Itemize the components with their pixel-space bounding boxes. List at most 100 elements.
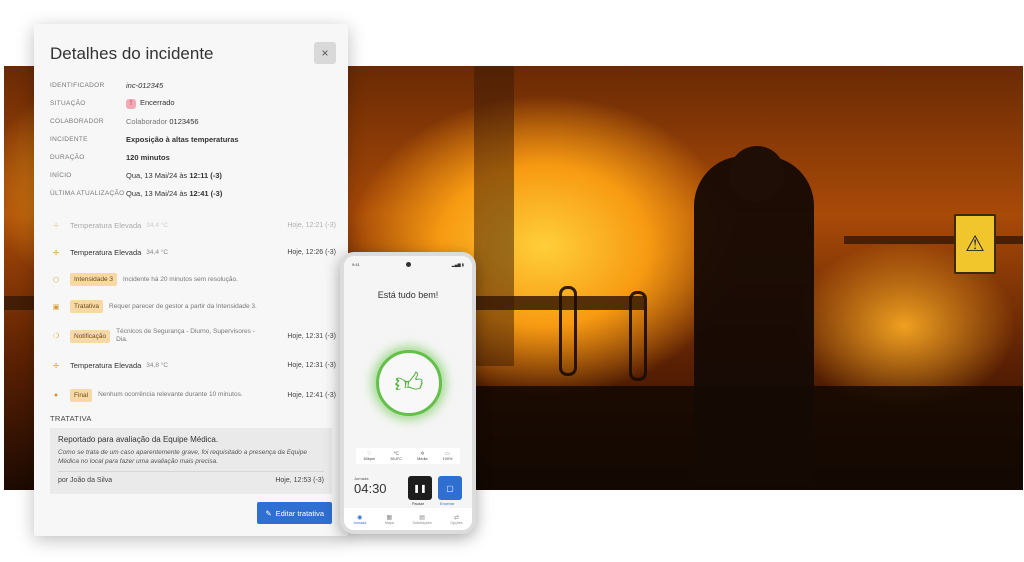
info-row-update: ÚLTIMA ATUALIZAÇÃO Qua, 13 Mai/24 às 12:… [50, 188, 336, 199]
map-icon: ▦ [386, 514, 393, 521]
timeline-item: ⬡ Intensidade 3 Incidente há 20 minutos … [50, 266, 336, 293]
thumbs-up-button[interactable]: 👍︎ [376, 350, 442, 416]
timeline-item: ✢ Temperatura Elevada 34,8 °C Hoje, 12:3… [50, 352, 336, 379]
timeline-title: Temperatura Elevada [70, 361, 142, 370]
thermometer-icon: ✢ [53, 362, 59, 370]
timeline-desc: Requer parecer de gestor a partir da Int… [109, 302, 257, 310]
timeline-meta: 34,8 °C [146, 362, 169, 369]
jornada-time: 04:30 [354, 481, 387, 496]
pause-icon: ❚❚ [413, 483, 427, 493]
swap-icon: ⇄ [453, 514, 459, 521]
timeline-item: ✢ Temperatura Elevada 34,4 °C Hoje, 12:2… [50, 239, 336, 266]
stat-activity: ✲ Média [417, 451, 428, 461]
timeline-desc: Técnicos de Segurança - Diurno, Supervis… [116, 328, 255, 343]
thermometer-icon: ✢ [53, 222, 59, 230]
tratativa-title: Reportado para avaliação da Equipe Médic… [58, 435, 219, 444]
phone-screen: 9:41 ▂▄▆ ▮ Está tudo bem! 👍︎ ♡ 60bpm ℃ 35,… [344, 256, 472, 530]
tratativa-text: Como se trata de um caso aparentemente g… [58, 449, 307, 465]
edit-button-label: Editar tratativa [275, 508, 324, 518]
timeline-title: Temperatura Elevada [70, 248, 142, 257]
signal-icon: ▂▄▆ ▮ [451, 262, 464, 267]
bottom-nav: ◉ Jornada ▦ Mapa ▤ Solicitações ⇄ Opções [344, 508, 472, 530]
timeline-time: Hoje, 12:21 (-3) [287, 222, 336, 229]
nav-item-jornada[interactable]: ◉ Jornada [353, 514, 366, 525]
timeline-item: ✢ Temperatura Elevada 34,4 °C Hoje, 12:2… [50, 212, 336, 239]
timeline-badge: Intensidade 3 [70, 273, 118, 286]
incident-id: inc-012345 [126, 81, 164, 90]
info-row-incident: INCIDENTE Exposição à altas temperaturas [50, 134, 336, 145]
tratativa-heading: TRATATIVA [50, 414, 92, 423]
thumbs-up-icon: 👍︎ [394, 367, 424, 398]
status-time: 9:41 [352, 262, 360, 267]
info-row-start: INÍCIO Qua, 13 Mai/24 às 12:11 (-3) [50, 170, 336, 181]
scene-pillar [474, 66, 514, 366]
incident-info: IDENTIFICADOR inc-012345 SITUAÇÃO ! Encer… [50, 80, 336, 206]
incident-last-update: Qua, 13 Mai/24 às 12:41 (-3) [126, 189, 223, 198]
timeline-time: Hoje, 12:26 (-3) [287, 249, 336, 256]
info-row-id: IDENTIFICADOR inc-012345 [50, 80, 336, 91]
tratativa-time: Hoje, 12:53 (-3) [275, 477, 324, 484]
thermometer-icon: ✢ [53, 249, 59, 257]
close-icon: × [321, 46, 329, 60]
tratativa-author: por João da Silva [58, 477, 113, 484]
timeline-time: Hoje, 12:41 (-3) [287, 391, 336, 399]
scene-chain [559, 286, 577, 376]
worker-silhouette [694, 156, 814, 486]
clipboard-icon: ▣ [52, 303, 60, 311]
info-row-colab: COLABORADOR Colaborador 0123456 [50, 116, 336, 127]
timeline-item: ❍ Notificação Técnicos de Segurança - Di… [50, 320, 336, 352]
tratativa-footer: por João da Silva Hoje, 12:53 (-3) [58, 477, 324, 484]
info-label: INÍCIO [50, 171, 72, 179]
info-label: INCIDENTE [50, 135, 88, 143]
incident-start: Qua, 13 Mai/24 às 12:11 (-3) [126, 171, 222, 180]
timeline-time: Hoje, 12:31 (-3) [287, 332, 336, 340]
stat-battery: ▭ 100% [442, 451, 453, 461]
nav-item-mapa[interactable]: ▦ Mapa [385, 514, 394, 525]
jornada-timer: Jornada 04:30 [354, 476, 387, 496]
info-label: SITUAÇÃO [50, 99, 86, 107]
timeline-badge: Tratativa [70, 300, 104, 313]
timeline-desc: Nenhum ocorrência relevante durante 10 m… [98, 391, 243, 398]
timeline-desc: Incidente há 20 minutos sem resolução. [123, 275, 238, 283]
phone-heading: Está tudo bem! [377, 290, 439, 300]
timeline-item: ▣ Tratativa Requer parecer de gestor a p… [50, 293, 336, 320]
info-row-status: SITUAÇÃO ! Encerrado [50, 98, 336, 109]
stop-label: Encerrar [440, 502, 455, 506]
timeline-meta: 34,4 °C [146, 222, 169, 229]
scene-rail [844, 236, 1023, 244]
stat-heart-rate: ♡ 60bpm [363, 451, 376, 461]
incident-timeline: ✢ Temperatura Elevada 34,4 °C Hoje, 12:2… [50, 212, 336, 411]
timeline-item: ● Final Nenhum ocorrência relevante dura… [50, 379, 336, 411]
radio-icon: ◉ [357, 514, 363, 521]
info-row-duration: DURAÇÃO 120 minutos [50, 152, 336, 163]
timeline-time: Hoje, 12:31 (-3) [287, 362, 336, 369]
close-button[interactable]: × [314, 42, 336, 64]
chat-bubble-icon: ❍ [52, 333, 60, 340]
dot-icon: ● [53, 391, 59, 399]
nav-item-opcoes[interactable]: ⇄ Opções [450, 514, 462, 525]
info-label: IDENTIFICADOR [50, 81, 105, 89]
alert-hexagon-icon: ⬡ [52, 276, 60, 284]
pause-label: Pausar [412, 502, 425, 506]
info-label: ÚLTIMA ATUALIZAÇÃO [50, 189, 125, 197]
stat-temperature: ℃ 35,8°C [390, 451, 403, 461]
collaborator: Colaborador 0123456 [126, 117, 199, 126]
worker-helmet [729, 146, 785, 202]
nav-item-solicitacoes[interactable]: ▤ Solicitações [412, 514, 431, 525]
edit-icon: ✎ [265, 508, 272, 518]
collaborator-id: 0123456 [169, 117, 199, 126]
incident-details-panel: Detalhes do incidente × IDENTIFICADOR in… [34, 24, 348, 536]
stop-button[interactable]: ▢ [438, 476, 462, 500]
incident-type: Exposição à altas temperaturas [126, 135, 239, 144]
timeline-badge: Final [70, 388, 93, 402]
timeline-badge: Notificação [70, 329, 111, 343]
vitals-stats: ♡ 60bpm ℃ 35,8°C ✲ Média ▭ 100% [356, 448, 460, 464]
pause-button[interactable]: ❚❚ [408, 476, 432, 500]
incident-duration: 120 minutos [126, 153, 170, 162]
warning-sign-icon: ⚠ [954, 214, 996, 274]
list-icon: ▤ [419, 514, 425, 521]
status-badge: ! Encerrado [126, 98, 175, 109]
edit-tratativa-button[interactable]: ✎ Editar tratativa [257, 502, 332, 524]
phone-mockup: 9:41 ▂▄▆ ▮ Está tudo bem! 👍︎ ♡ 60bpm ℃ 35,… [340, 252, 476, 534]
panel-title: Detalhes do incidente [50, 44, 214, 63]
